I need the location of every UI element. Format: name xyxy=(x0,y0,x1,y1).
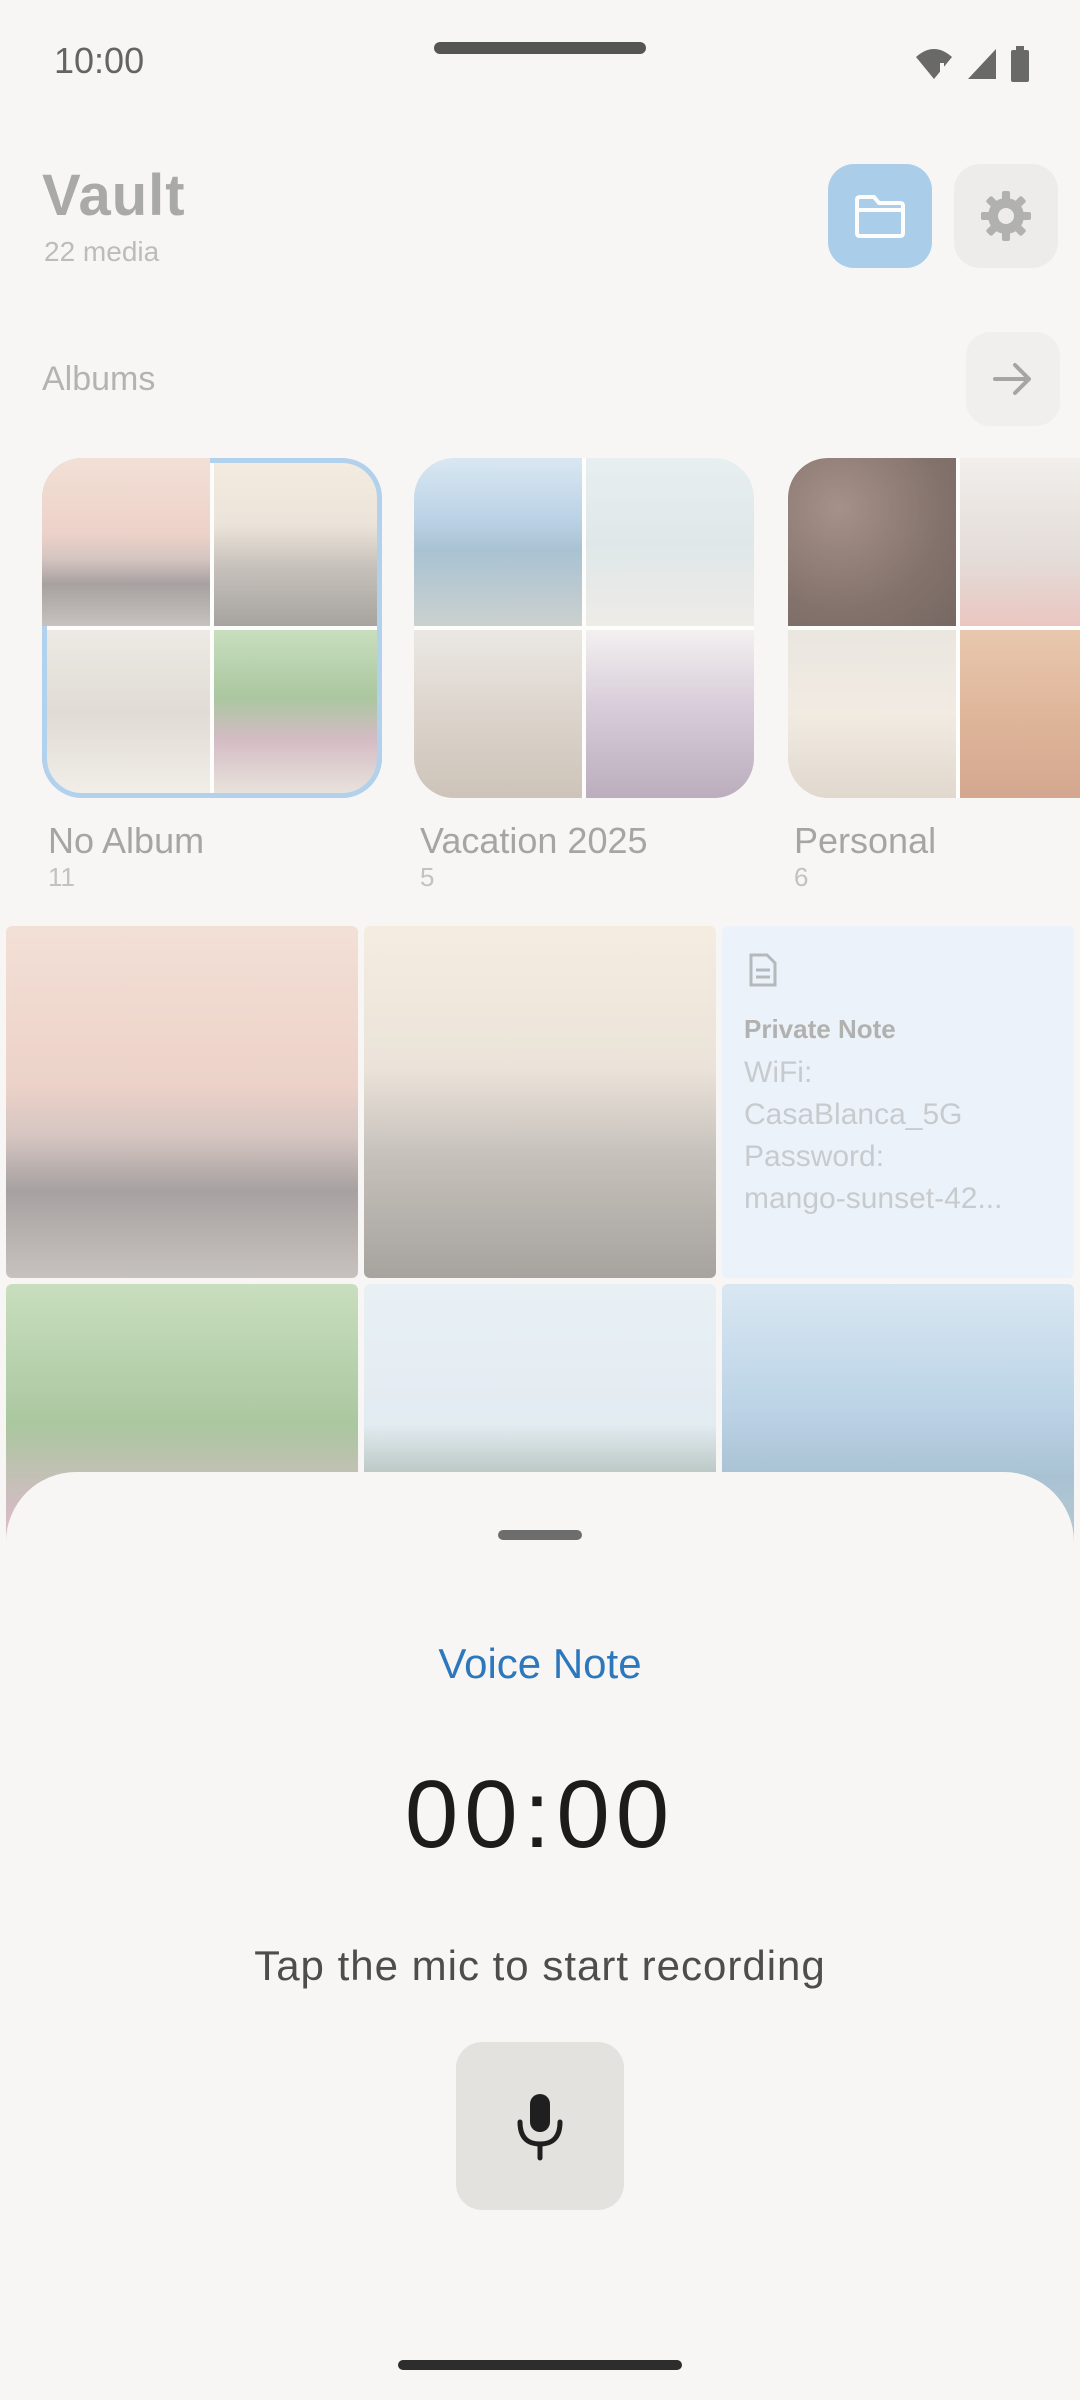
sheet-title: Voice Note xyxy=(438,1640,642,1687)
recording-hint: Tap the mic to start recording xyxy=(254,1942,826,1989)
mic-icon xyxy=(517,2094,563,2161)
recording-timer: 00:00 xyxy=(404,1761,676,1868)
voice-note-sheet xyxy=(6,1472,1074,2400)
record-button[interactable] xyxy=(456,2042,624,2210)
home-indicator[interactable] xyxy=(398,2360,682,2370)
sheet-drag-handle[interactable] xyxy=(498,1530,582,1540)
